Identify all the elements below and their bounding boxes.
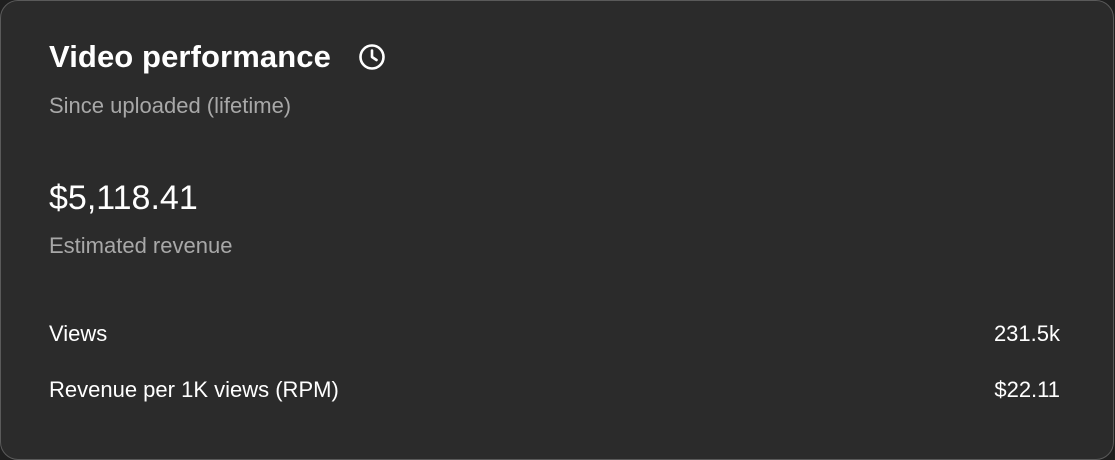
estimated-revenue-value: $5,118.41 — [49, 179, 198, 217]
card-header: Video performance — [49, 37, 387, 77]
card-subtitle: Since uploaded (lifetime) — [49, 93, 292, 118]
metric-value: 231.5k — [993, 321, 1060, 346]
estimated-revenue-label: Estimated revenue — [49, 233, 233, 258]
metric-value: $22.11 — [994, 377, 1060, 402]
clock-icon[interactable] — [357, 42, 387, 72]
metric-row-views: Views 231.5k — [49, 319, 1060, 349]
metric-row-rpm: Revenue per 1K views (RPM) $22.11 — [49, 375, 1060, 405]
metric-label: Views — [49, 321, 108, 346]
card-title: Video performance — [49, 39, 331, 74]
metric-label: Revenue per 1K views (RPM) — [49, 377, 339, 402]
video-performance-card: Video performance Since uploaded (lifeti… — [0, 0, 1114, 460]
